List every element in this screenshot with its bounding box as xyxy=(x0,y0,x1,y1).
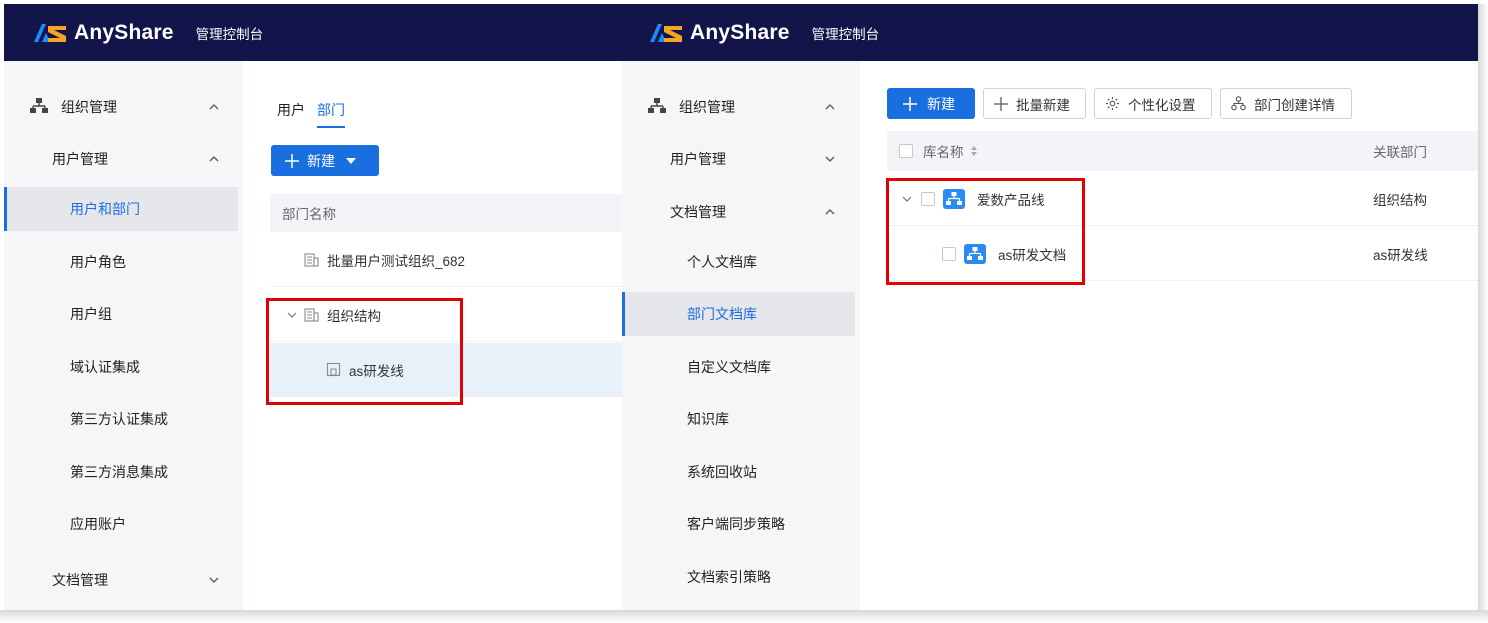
sidebar-subgroup-label: 用户管理 xyxy=(670,151,726,167)
personalize-label: 个性化设置 xyxy=(1128,97,1196,113)
sidebar-item-dept-lib[interactable]: 部门文档库 xyxy=(622,292,855,336)
sidebar-item-custom-lib[interactable]: 自定义文档库 xyxy=(622,345,855,389)
sidebar-item-users-and-depts[interactable]: 用户和部门 xyxy=(4,187,238,231)
left-screenshot-panel: AnyShare 管理控制台 组织管理 用户管理 用户和部门 用户角色 用户组 … xyxy=(4,4,622,610)
dept-table-header: 部门名称 xyxy=(270,194,622,232)
sidebar-group-label: 组织管理 xyxy=(61,99,117,115)
sidebar-subgroup-user[interactable]: 用户管理 xyxy=(4,133,243,185)
tab-bar: 用户 部门 xyxy=(277,100,357,128)
chevron-down-icon xyxy=(825,156,835,162)
lib-name: 爱数产品线 xyxy=(977,192,1045,208)
row-checkbox[interactable] xyxy=(942,246,956,261)
sidebar-item-recycle-bin[interactable]: 系统回收站 xyxy=(622,450,855,494)
logo-text: AnyShare xyxy=(74,20,174,44)
sidebar-item-domain-auth[interactable]: 域认证集成 xyxy=(4,345,238,389)
lib-table-header: 库名称 关联部门 xyxy=(887,131,1478,171)
chevron-up-icon xyxy=(209,156,219,162)
console-title: 管理控制台 xyxy=(195,26,264,42)
plus-icon xyxy=(994,96,1008,111)
org-outline-icon xyxy=(1231,96,1246,111)
caret-down-icon xyxy=(346,157,356,164)
sidebar-item-user-roles[interactable]: 用户角色 xyxy=(4,240,238,284)
sidebar-subgroup-doc[interactable]: 文档管理 xyxy=(622,186,860,238)
table-row[interactable]: as研发线 xyxy=(270,343,622,397)
sidebar-group-org[interactable]: 组织管理 xyxy=(622,81,860,133)
sidebar-item-user-groups[interactable]: 用户组 xyxy=(4,292,238,336)
sidebar-group-org[interactable]: 组织管理 xyxy=(4,81,243,133)
dept-create-detail-button[interactable]: 部门创建详情 xyxy=(1220,88,1352,119)
chevron-down-icon[interactable] xyxy=(901,193,913,205)
chevron-up-icon xyxy=(209,104,219,110)
chevron-up-icon xyxy=(825,104,835,110)
sidebar-subgroup-label: 用户管理 xyxy=(52,151,108,167)
linked-dept: as研发线 xyxy=(1373,247,1428,263)
bottom-shadow xyxy=(0,610,1488,623)
sidebar-item-third-party-msg[interactable]: 第三方消息集成 xyxy=(4,450,238,494)
sidebar-item-client-sync[interactable]: 客户端同步策略 xyxy=(622,502,855,546)
sidebar-group-label: 组织管理 xyxy=(679,99,735,115)
sidebar-subgroup-label: 文档管理 xyxy=(52,572,108,588)
table-row[interactable]: 爱数产品线 组织结构 xyxy=(887,172,1478,226)
dept-name: 批量用户测试组织_682 xyxy=(327,253,466,269)
right-shadow xyxy=(1478,4,1488,610)
dept-library-icon xyxy=(943,188,965,209)
sidebar-subgroup-user[interactable]: 用户管理 xyxy=(622,133,860,185)
sidebar-item-personal-lib[interactable]: 个人文档库 xyxy=(622,240,855,284)
anyshare-logo-icon xyxy=(34,23,66,42)
gear-icon xyxy=(1106,97,1119,110)
sidebar-item-third-party-auth[interactable]: 第三方认证集成 xyxy=(4,397,238,441)
sidebar-subgroup-doc[interactable]: 文档管理 xyxy=(4,554,243,606)
select-all-checkbox[interactable] xyxy=(899,144,913,158)
top-bar: AnyShare 管理控制台 xyxy=(622,4,1478,61)
console-title: 管理控制台 xyxy=(811,26,880,42)
lib-name: as研发文档 xyxy=(998,247,1067,263)
anyshare-logo[interactable]: AnyShare xyxy=(648,21,790,45)
top-bar: AnyShare 管理控制台 xyxy=(4,4,622,61)
anyshare-logo[interactable]: AnyShare xyxy=(32,21,174,45)
org-tree-icon xyxy=(30,98,48,113)
batch-new-label: 批量新建 xyxy=(1016,97,1070,113)
plus-icon xyxy=(903,96,917,111)
logo-text: AnyShare xyxy=(690,20,790,44)
sidebar-item-app-accounts[interactable]: 应用账户 xyxy=(4,502,238,546)
table-row[interactable]: 批量用户测试组织_682 xyxy=(270,233,622,287)
building-icon xyxy=(304,253,319,267)
table-row[interactable]: 组织结构 xyxy=(270,288,622,342)
tab-departments[interactable]: 部门 xyxy=(317,100,345,128)
right-screenshot-panel: AnyShare 管理控制台 组织管理 用户管理 文档管理 个人文档库 部门文档… xyxy=(622,4,1478,610)
chevron-up-icon xyxy=(825,209,835,215)
new-button-label: 新建 xyxy=(927,95,955,112)
sidebar: 组织管理 用户管理 用户和部门 用户角色 用户组 域认证集成 第三方认证集成 第… xyxy=(4,61,243,610)
chevron-down-icon[interactable] xyxy=(286,309,298,321)
dept-name: 组织结构 xyxy=(327,308,381,324)
sidebar-subgroup-label: 文档管理 xyxy=(670,204,726,220)
sort-icon[interactable] xyxy=(970,145,978,157)
org-tree-icon xyxy=(648,98,666,113)
building-icon xyxy=(304,308,319,322)
col-linked-dept: 关联部门 xyxy=(1373,145,1427,160)
sidebar: 组织管理 用户管理 文档管理 个人文档库 部门文档库 自定义文档库 知识库 系统… xyxy=(622,61,860,610)
row-checkbox[interactable] xyxy=(921,191,935,206)
department-icon xyxy=(326,362,341,377)
dept-name: as研发线 xyxy=(349,363,404,379)
new-button[interactable]: 新建 xyxy=(887,88,975,119)
new-button-label: 新建 xyxy=(307,152,335,169)
col-lib-name[interactable]: 库名称 xyxy=(923,141,964,161)
chevron-down-icon xyxy=(209,577,219,583)
tab-users[interactable]: 用户 xyxy=(277,100,305,128)
linked-dept: 组织结构 xyxy=(1373,192,1427,208)
plus-icon xyxy=(285,153,299,168)
col-dept-name: 部门名称 xyxy=(282,207,336,222)
dept-create-detail-label: 部门创建详情 xyxy=(1254,97,1335,113)
dept-library-icon xyxy=(964,243,986,264)
sidebar-item-knowledge-base[interactable]: 知识库 xyxy=(622,397,855,441)
sidebar-item-doc-index[interactable]: 文档索引策略 xyxy=(622,555,855,599)
anyshare-logo-icon xyxy=(650,23,682,42)
batch-new-button[interactable]: 批量新建 xyxy=(983,88,1086,119)
table-row[interactable]: as研发文档 as研发线 xyxy=(887,227,1478,281)
new-button[interactable]: 新建 xyxy=(271,145,379,176)
personalize-button[interactable]: 个性化设置 xyxy=(1094,88,1212,119)
